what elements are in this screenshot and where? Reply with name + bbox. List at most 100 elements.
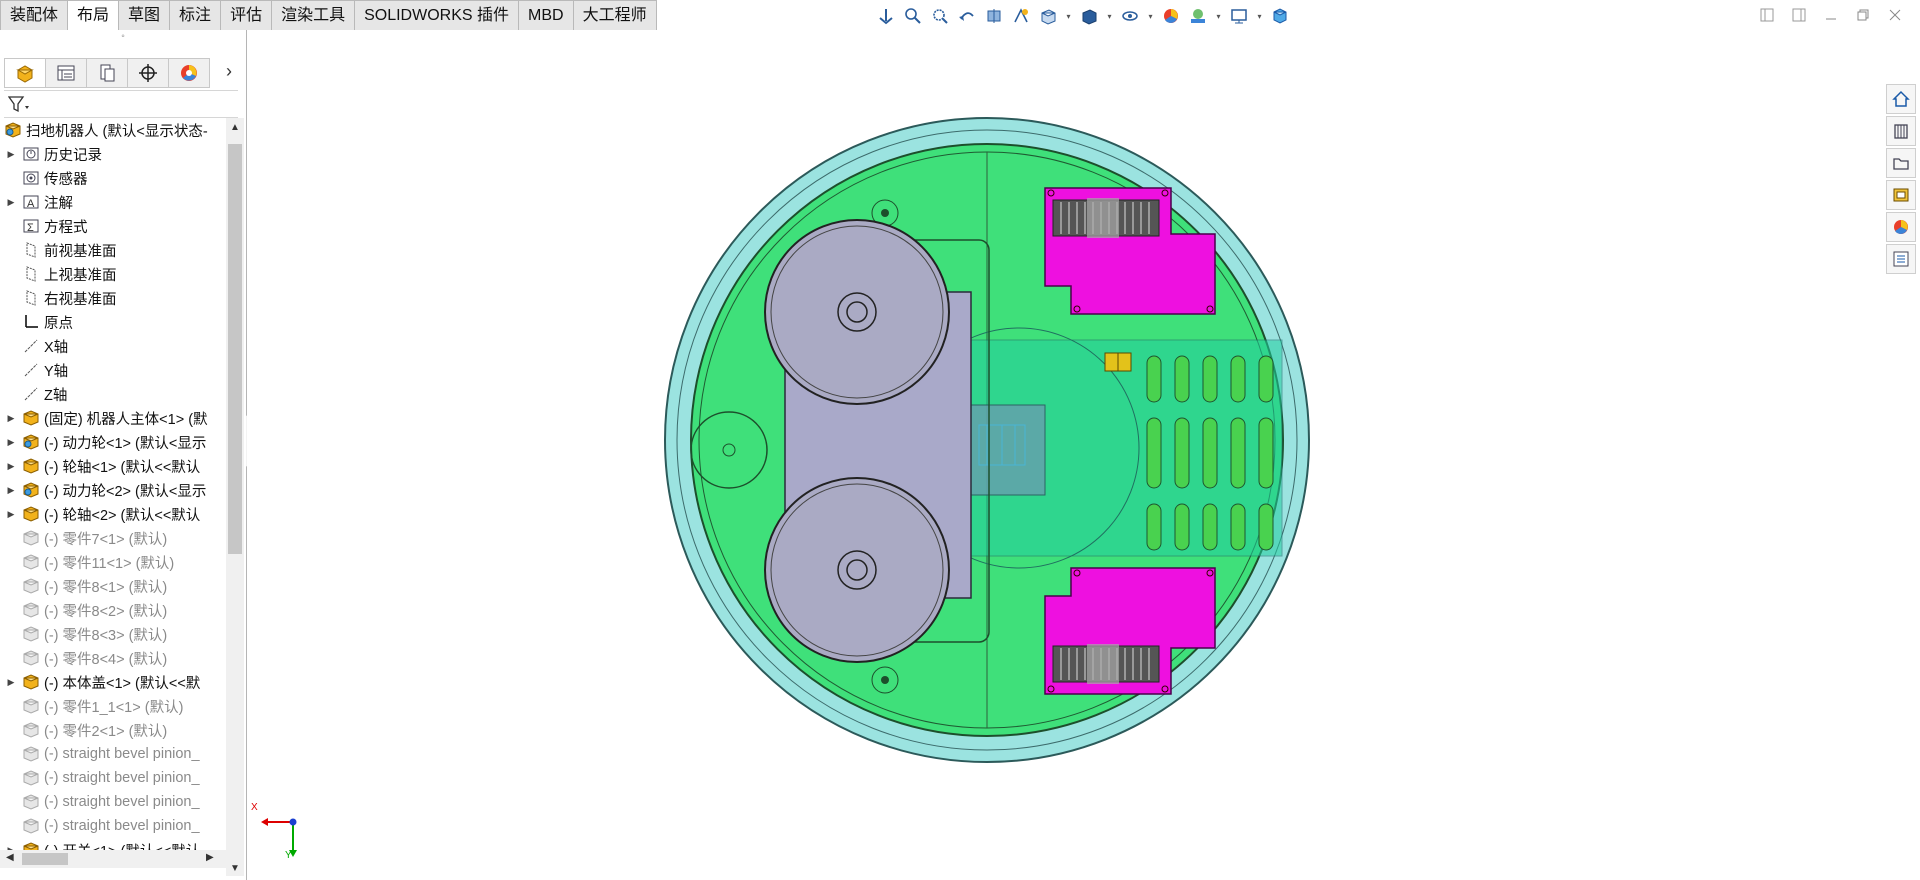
featuremanager-tab[interactable] [4,58,46,88]
plane-icon [22,265,40,283]
dropdown-arrow-icon[interactable]: ▾ [1255,5,1264,27]
tree-item[interactable]: 前视基准面 [0,238,226,262]
expand-arrow-icon[interactable]: ▶ [0,197,22,208]
tree-item[interactable]: 上视基准面 [0,262,226,286]
dropdown-arrow-icon[interactable]: ▾ [1064,5,1073,27]
panel-grip[interactable]: ◦ [0,30,246,44]
tree-item[interactable]: (-) straight bevel pinion_ [0,766,226,790]
display-style-icon[interactable] [1078,5,1100,27]
tree-item[interactable]: ▶ (固定) 机器人主体<1> (默 [0,406,226,430]
dynamic-annotation-icon[interactable] [1010,5,1032,27]
tab-3[interactable]: 标注 [170,0,222,31]
tree-item[interactable]: X轴 [0,334,226,358]
tab-4[interactable]: 评估 [221,0,273,31]
section-view-icon[interactable] [983,5,1005,27]
scroll-right-icon[interactable]: ▶ [206,852,214,863]
tree-item[interactable]: (-) straight bevel pinion_ [0,742,226,766]
annotation-icon: A [22,193,40,211]
dropdown-arrow-icon[interactable]: ▾ [1146,5,1155,27]
tree-item[interactable]: (-) 零件1_1<1> (默认) [0,694,226,718]
hide-show-items-icon[interactable] [1119,5,1141,27]
tree-item[interactable]: 右视基准面 [0,286,226,310]
scroll-left-icon[interactable]: ◀ [6,852,14,863]
tab-2[interactable]: 草图 [119,0,171,31]
tab-7[interactable]: MBD [519,0,574,31]
previous-view-icon[interactable] [956,5,978,27]
tab-5[interactable]: 渲染工具 [272,0,356,31]
tree-item[interactable]: 传感器 [0,166,226,190]
tree-item[interactable]: 原点 [0,310,226,334]
robot-vacuum-assembly-view[interactable] [657,110,1317,770]
axis-icon [22,337,40,355]
tree-item[interactable]: (-) straight bevel pinion_ [0,814,226,838]
restore-icon[interactable] [1852,4,1874,26]
dimxpertmanager-tab[interactable] [128,58,169,88]
expand-arrow-icon[interactable]: ▶ [0,485,22,496]
tab-6[interactable]: SOLIDWORKS 插件 [355,0,520,31]
tab-1[interactable]: 布局 [68,0,120,31]
dropdown-arrow-icon[interactable]: ▾ [1214,5,1223,27]
tree-item[interactable]: (-) straight bevel pinion_ [0,790,226,814]
tree-horizontal-scrollbar[interactable]: ◀ ▶ [0,850,226,868]
displaymanager-tab[interactable] [169,58,210,88]
appearances-icon[interactable] [1886,212,1916,242]
tree-item[interactable]: ▶ 历史记录 [0,142,226,166]
tree-item-label: 历史记录 [44,147,102,164]
tab-0[interactable]: 装配体 [0,0,69,31]
tree-root[interactable]: 扫地机器人 (默认<显示状态- [0,118,226,142]
tree-vertical-scrollbar[interactable]: ▲ ▼ [226,118,244,876]
file-explorer-icon[interactable] [1886,148,1916,178]
pane-right-icon[interactable] [1788,4,1810,26]
expand-arrow-icon[interactable]: ▶ [0,677,22,688]
expand-arrow-icon[interactable]: ▶ [0,461,22,472]
close-icon[interactable] [1884,4,1906,26]
home-icon[interactable] [1886,84,1916,114]
more-tabs-chevron-icon[interactable]: › [226,61,232,82]
scroll-down-icon[interactable]: ▼ [230,863,240,874]
scroll-up-icon[interactable]: ▲ [230,122,240,133]
expand-arrow-icon[interactable]: ▶ [0,413,22,424]
propertymanager-tab[interactable] [46,58,87,88]
scroll-thumb-horizontal[interactable] [22,853,68,865]
tree-item[interactable]: ▶ (-) 轮轴<1> (默认<<默认 [0,454,226,478]
expand-arrow-icon[interactable]: ▶ [0,509,22,520]
tree-item[interactable]: ▶ (-) 动力轮<1> (默认<显示 [0,430,226,454]
tree-item-label: 上视基准面 [44,267,117,284]
expand-arrow-icon[interactable]: ▶ [0,149,22,160]
tree-item[interactable]: Z轴 [0,382,226,406]
pane-left-icon[interactable] [1756,4,1778,26]
scroll-thumb[interactable] [228,144,242,554]
tree-item[interactable]: ▶ A 注解 [0,190,226,214]
tree-item[interactable]: (-) 零件8<1> (默认) [0,574,226,598]
tree-item-label: 传感器 [44,171,88,188]
apply-scene-icon[interactable] [1187,5,1209,27]
filter-bar[interactable] [4,90,238,118]
tree-item[interactable]: ▶ (-) 轮轴<2> (默认<<默认 [0,502,226,526]
tab-8[interactable]: 大工程师 [573,0,657,31]
minimize-icon[interactable] [1820,4,1842,26]
tree-item[interactable]: (-) 零件11<1> (默认) [0,550,226,574]
zoom-to-fit-icon[interactable] [902,5,924,27]
tree-item[interactable]: (-) 零件7<1> (默认) [0,526,226,550]
edit-appearance-icon[interactable] [1160,5,1182,27]
tree-item[interactable]: ▶ (-) 动力轮<2> (默认<显示 [0,478,226,502]
tree-item[interactable]: (-) 零件8<2> (默认) [0,598,226,622]
graphics-area[interactable]: X Y [247,30,1920,880]
tree-item[interactable]: ▶ (-) 本体盖<1> (默认<<默 [0,670,226,694]
view-palette-icon[interactable] [1886,180,1916,210]
zoom-to-area-icon[interactable] [929,5,951,27]
view-settings-icon[interactable] [1228,5,1250,27]
custom-properties-icon[interactable] [1886,244,1916,274]
tree-item[interactable]: (-) 零件8<3> (默认) [0,622,226,646]
expand-arrow-icon[interactable]: ▶ [0,437,22,448]
configurationmanager-tab[interactable] [87,58,128,88]
view-orientation-icon[interactable] [875,5,897,27]
tree-item[interactable]: Y轴 [0,358,226,382]
tree-item[interactable]: Σ 方程式 [0,214,226,238]
3d-view-icon[interactable] [1269,5,1291,27]
view-orientation-cube-icon[interactable] [1037,5,1059,27]
tree-item[interactable]: (-) 零件8<4> (默认) [0,646,226,670]
design-library-icon[interactable] [1886,116,1916,146]
tree-item[interactable]: (-) 零件2<1> (默认) [0,718,226,742]
dropdown-arrow-icon[interactable]: ▾ [1105,5,1114,27]
